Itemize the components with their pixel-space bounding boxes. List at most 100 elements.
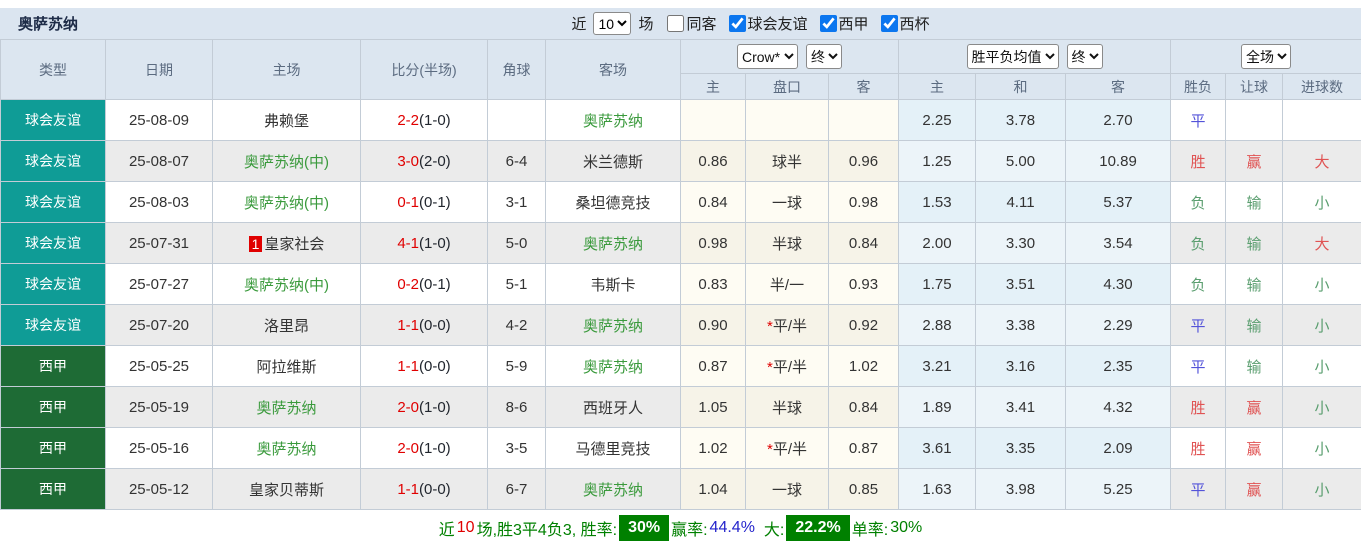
crow-away-odds-cell: 0.85: [829, 469, 899, 510]
subcol-goals: 进球数: [1283, 74, 1361, 100]
handicap-cell: *平/半: [746, 346, 829, 387]
star-marker: *: [767, 318, 773, 335]
date-cell: 25-07-20: [106, 305, 213, 346]
date-cell: 25-05-25: [106, 346, 213, 387]
fulltime-score: 2-0: [397, 399, 419, 416]
result-cell: 胜: [1171, 387, 1226, 428]
summary-recent-count: 10: [457, 519, 475, 537]
filter-laliga-checkbox[interactable]: [820, 15, 837, 32]
away-team-name: 米兰德斯: [583, 154, 643, 171]
filter-friendly-checkbox[interactable]: [729, 15, 746, 32]
filter-cup-checkbox[interactable]: [881, 15, 898, 32]
mean-home-cell: 3.61: [899, 428, 976, 469]
handicap-cell: 一球: [746, 182, 829, 223]
win-odds-label: 赢率:: [671, 516, 707, 540]
home-team-cell: 奥萨苏纳(中): [213, 141, 361, 182]
odds-company-select[interactable]: Crow*: [737, 44, 798, 69]
handicap-result-cell: 输: [1226, 346, 1283, 387]
win-rate-badge: 30%: [619, 515, 669, 541]
score-cell: 0-2(0-1): [361, 264, 488, 305]
fulltime-score: 0-1: [397, 194, 419, 211]
match-type-cell: 球会友谊: [1, 305, 106, 346]
mean-odds-header: 胜平负均值 终: [899, 40, 1171, 74]
corners-cell: [488, 100, 546, 141]
table-row: 球会友谊25-07-27奥萨苏纳(中)0-2(0-1)5-1韦斯卡0.83半/一…: [1, 264, 1361, 305]
scope-select[interactable]: 全场: [1241, 44, 1291, 69]
same-venue-checkbox[interactable]: [667, 15, 684, 32]
mean-away-cell: 2.35: [1066, 346, 1171, 387]
big-label: 大:: [764, 516, 784, 540]
result-cell: 负: [1171, 264, 1226, 305]
crow-away-odds-cell: 1.02: [829, 346, 899, 387]
crow-home-odds-cell: 0.98: [681, 223, 746, 264]
result-cell: 胜: [1171, 428, 1226, 469]
halftime-score: (0-1): [419, 276, 451, 293]
away-team-cell: 奥萨苏纳: [546, 469, 681, 510]
filter-cup-label: 西杯: [900, 13, 930, 34]
mean-draw-cell: 4.11: [976, 182, 1066, 223]
date-cell: 25-08-07: [106, 141, 213, 182]
away-team-cell: 奥萨苏纳: [546, 346, 681, 387]
result-cell: 平: [1171, 305, 1226, 346]
halftime-score: (1-0): [419, 440, 451, 457]
odds-state-select[interactable]: 终: [806, 44, 842, 69]
subcol-mean-draw: 和: [976, 74, 1066, 100]
mean-away-cell: 4.32: [1066, 387, 1171, 428]
crow-away-odds-cell: [829, 100, 899, 141]
date-cell: 25-07-31: [106, 223, 213, 264]
match-type-cell: 球会友谊: [1, 264, 106, 305]
crow-home-odds-cell: [681, 100, 746, 141]
filter-friendly-label: 球会友谊: [748, 13, 808, 34]
mean-state-select[interactable]: 终: [1067, 44, 1103, 69]
result-cell: 胜: [1171, 141, 1226, 182]
crow-away-odds-cell: 0.84: [829, 387, 899, 428]
date-cell: 25-07-27: [106, 264, 213, 305]
away-team-name: 马德里竞技: [575, 441, 650, 458]
away-team-cell: 桑坦德竞技: [546, 182, 681, 223]
mean-home-cell: 1.75: [899, 264, 976, 305]
result-cell: 负: [1171, 182, 1226, 223]
handicap-cell: [746, 100, 829, 141]
table-row: 西甲25-05-25阿拉维斯1-1(0-0)5-9奥萨苏纳0.87*平/半1.0…: [1, 346, 1361, 387]
date-cell: 25-05-16: [106, 428, 213, 469]
date-cell: 25-08-09: [106, 100, 213, 141]
away-team-cell: 米兰德斯: [546, 141, 681, 182]
table-row: 西甲25-05-16奥萨苏纳2-0(1-0)3-5马德里竞技1.02*平/半0.…: [1, 428, 1361, 469]
goals-result-cell: 大: [1283, 223, 1361, 264]
mean-home-cell: 2.00: [899, 223, 976, 264]
mean-draw-cell: 3.51: [976, 264, 1066, 305]
away-team-name: 奥萨苏纳: [583, 113, 643, 130]
handicap-result-cell: 赢: [1226, 469, 1283, 510]
home-team-cell: 阿拉维斯: [213, 346, 361, 387]
halftime-score: (0-1): [419, 194, 451, 211]
goals-result-cell: 小: [1283, 346, 1361, 387]
goals-result-cell: 小: [1283, 469, 1361, 510]
result-cell: 平: [1171, 346, 1226, 387]
match-type-cell: 西甲: [1, 428, 106, 469]
mean-draw-cell: 5.00: [976, 141, 1066, 182]
fulltime-score: 4-1: [397, 235, 419, 252]
crow-away-odds-cell: 0.93: [829, 264, 899, 305]
score-cell: 2-0(1-0): [361, 387, 488, 428]
fulltime-score: 0-2: [397, 276, 419, 293]
table-row: 球会友谊25-07-20洛里昂1-1(0-0)4-2奥萨苏纳0.90*平/半0.…: [1, 305, 1361, 346]
home-team-cell: 弗赖堡: [213, 100, 361, 141]
handicap-result-cell: 赢: [1226, 387, 1283, 428]
recent-count-select[interactable]: 10: [593, 12, 631, 35]
home-team-cell: 皇家贝蒂斯: [213, 469, 361, 510]
fulltime-score: 2-0: [397, 440, 419, 457]
away-team-cell: 奥萨苏纳: [546, 305, 681, 346]
mean-away-cell: 2.29: [1066, 305, 1171, 346]
fulltime-score: 1-1: [397, 358, 419, 375]
home-team-name: 奥萨苏纳(中): [244, 154, 329, 171]
mean-home-cell: 1.53: [899, 182, 976, 223]
matches-table: 类型 日期 主场 比分(半场) 角球 客场 Crow* 终 胜平负均值 终 全场: [0, 39, 1361, 510]
away-team-cell: 韦斯卡: [546, 264, 681, 305]
goals-result-cell: 小: [1283, 264, 1361, 305]
handicap-result-cell: 输: [1226, 264, 1283, 305]
mean-select[interactable]: 胜平负均值: [967, 44, 1059, 69]
score-cell: 1-1(0-0): [361, 305, 488, 346]
goals-result-cell: 小: [1283, 182, 1361, 223]
mean-away-cell: 10.89: [1066, 141, 1171, 182]
home-team-cell: 奥萨苏纳: [213, 387, 361, 428]
